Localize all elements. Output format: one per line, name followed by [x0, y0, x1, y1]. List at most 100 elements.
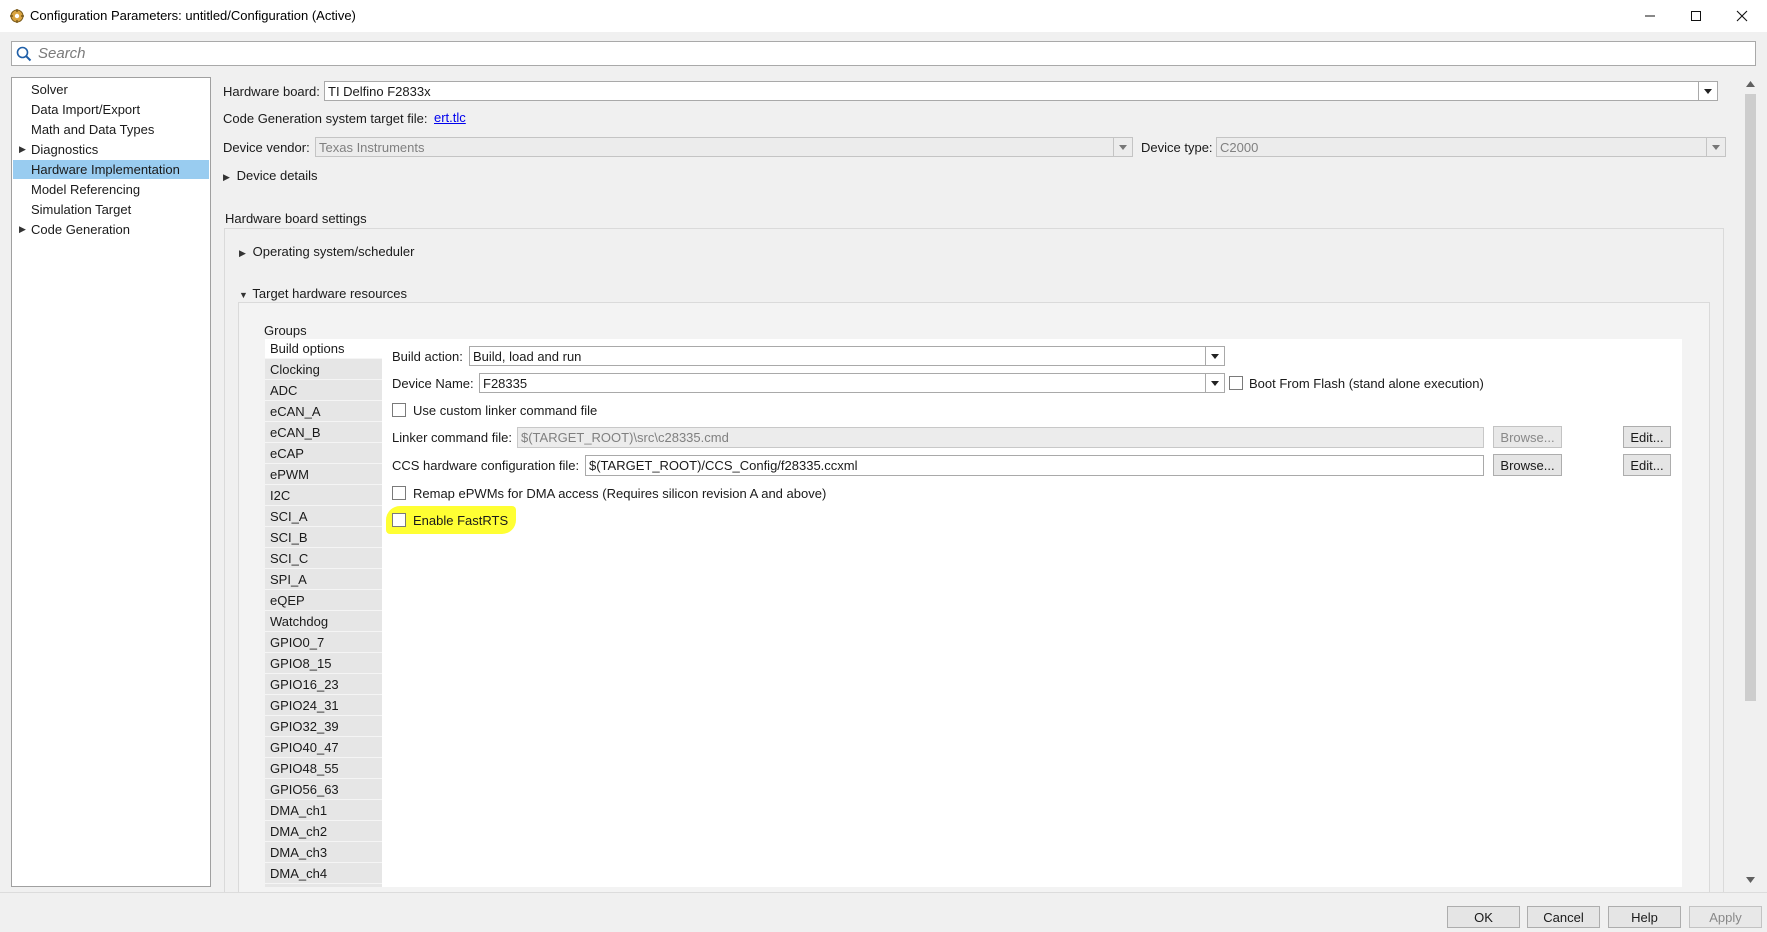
build-action-dropdown[interactable]: Build, load and run — [469, 346, 1225, 366]
linker-file-field[interactable]: $(TARGET_ROOT)\src\c28335.cmd — [517, 427, 1484, 448]
chevron-down-icon[interactable] — [1113, 138, 1132, 156]
help-button[interactable]: Help — [1608, 906, 1681, 928]
tree-item-label: Solver — [31, 82, 68, 97]
close-button[interactable] — [1719, 0, 1765, 32]
group-item-gpio40-47[interactable]: GPIO40_47 — [265, 738, 382, 758]
search-bar[interactable] — [11, 41, 1756, 66]
expand-arrow-icon[interactable]: ▶ — [19, 220, 26, 239]
group-item-sci-b[interactable]: SCI_B — [265, 528, 382, 548]
ccs-config-field[interactable]: $(TARGET_ROOT)/CCS_Config/f28335.ccxml — [585, 455, 1484, 476]
device-name-label: Device Name: — [392, 376, 474, 391]
tree-item-diagnostics[interactable]: ▶ Diagnostics — [13, 140, 209, 159]
tree-item-data-import-export[interactable]: Data Import/Export — [13, 100, 209, 119]
scroll-up-icon[interactable] — [1746, 81, 1755, 87]
scroll-down-icon[interactable] — [1746, 877, 1755, 883]
boot-from-flash-checkbox[interactable] — [1229, 376, 1243, 390]
group-item-i2c[interactable]: I2C — [265, 486, 382, 506]
hardware-board-label: Hardware board: — [223, 84, 320, 99]
group-item-build-options[interactable]: Build options — [265, 339, 382, 359]
group-item-sci-a[interactable]: SCI_A — [265, 507, 382, 527]
group-item-gpio48-55[interactable]: GPIO48_55 — [265, 759, 382, 779]
tree-item-hardware-implementation[interactable]: Hardware Implementation — [13, 160, 209, 179]
group-item-dma-ch3[interactable]: DMA_ch3 — [265, 843, 382, 863]
group-item-ecap[interactable]: eCAP — [265, 444, 382, 464]
search-icon — [16, 46, 32, 62]
target-resources-label: Target hardware resources — [252, 286, 408, 301]
group-item-gpio24-31[interactable]: GPIO24_31 — [265, 696, 382, 716]
group-item-gpio56-63[interactable]: GPIO56_63 — [265, 780, 382, 800]
chevron-down-icon[interactable] — [1698, 82, 1717, 100]
group-item-watchdog[interactable]: Watchdog — [265, 612, 382, 632]
group-item-spi-a[interactable]: SPI_A — [265, 570, 382, 590]
expand-arrow-icon[interactable]: ▶ — [19, 140, 26, 159]
group-item-dma-ch2[interactable]: DMA_ch2 — [265, 822, 382, 842]
apply-button[interactable]: Apply — [1689, 906, 1762, 928]
custom-linker-label: Use custom linker command file — [413, 403, 598, 418]
expand-arrow-icon: ▶ — [239, 248, 246, 258]
search-input[interactable] — [38, 44, 1738, 63]
group-item-gpio8-15[interactable]: GPIO8_15 — [265, 654, 382, 674]
ccs-edit-button[interactable]: Edit... — [1623, 454, 1671, 476]
expand-arrow-icon: ▶ — [223, 172, 230, 182]
group-item-adc[interactable]: ADC — [265, 381, 382, 401]
group-item-ecan-a[interactable]: eCAN_A — [265, 402, 382, 422]
ccs-config-label: CCS hardware configuration file: — [392, 458, 580, 473]
group-item-ecan-b[interactable]: eCAN_B — [265, 423, 382, 443]
scroll-thumb[interactable] — [1745, 94, 1756, 701]
os-scheduler-expander[interactable]: ▶ Operating system/scheduler — [239, 244, 414, 259]
groups-list: Build options Clocking ADC eCAN_A eCAN_B… — [265, 339, 382, 887]
group-item-gpio16-23[interactable]: GPIO16_23 — [265, 675, 382, 695]
cancel-button[interactable]: Cancel — [1527, 906, 1600, 928]
ccs-browse-button[interactable]: Browse... — [1493, 454, 1562, 476]
target-resources-expander[interactable]: ▼ Target hardware resources — [239, 286, 407, 301]
device-vendor-value: Texas Instruments — [319, 140, 425, 155]
app-icon — [10, 9, 24, 23]
tree-item-code-generation[interactable]: ▶ Code Generation — [13, 220, 209, 239]
tree-item-label: Math and Data Types — [31, 122, 155, 137]
remap-epwm-checkbox[interactable] — [392, 486, 406, 500]
minimize-button[interactable] — [1627, 0, 1673, 32]
group-item-epwm[interactable]: ePWM — [265, 465, 382, 485]
category-tree: Solver Data Import/Export Math and Data … — [11, 77, 211, 887]
maximize-button[interactable] — [1673, 0, 1719, 32]
hardware-board-value: TI Delfino F2833x — [328, 84, 431, 99]
custom-linker-checkbox[interactable] — [392, 403, 406, 417]
tree-item-label: Model Referencing — [31, 182, 141, 197]
group-item-gpio32-39[interactable]: GPIO32_39 — [265, 717, 382, 737]
tree-item-math-data-types[interactable]: Math and Data Types — [13, 120, 209, 139]
remap-epwm-label: Remap ePWMs for DMA access (Requires sil… — [413, 486, 827, 501]
tree-item-solver[interactable]: Solver — [13, 80, 209, 99]
tree-item-model-referencing[interactable]: Model Referencing — [13, 180, 209, 199]
chevron-down-icon[interactable] — [1205, 347, 1224, 365]
linker-browse-button[interactable]: Browse... — [1493, 426, 1562, 448]
device-type-value: C2000 — [1220, 140, 1259, 155]
tree-item-simulation-target[interactable]: Simulation Target — [13, 200, 209, 219]
group-item-gpio0-7[interactable]: GPIO0_7 — [265, 633, 382, 653]
device-vendor-dropdown[interactable]: Texas Instruments — [315, 137, 1133, 157]
hardware-board-dropdown[interactable]: TI Delfino F2833x — [324, 81, 1718, 101]
tree-item-label: Diagnostics — [31, 142, 99, 157]
group-item-sci-c[interactable]: SCI_C — [265, 549, 382, 569]
group-item-clocking[interactable]: Clocking — [265, 360, 382, 380]
boot-from-flash-label: Boot From Flash (stand alone execution) — [1249, 376, 1484, 391]
close-icon — [1736, 10, 1748, 22]
codegen-target-link[interactable]: ert.tlc — [434, 110, 466, 125]
group-item-dma-ch1[interactable]: DMA_ch1 — [265, 801, 382, 821]
device-details-expander[interactable]: ▶ Device details — [223, 168, 318, 183]
group-item-eqep[interactable]: eQEP — [265, 591, 382, 611]
group-item-dma-ch4[interactable]: DMA_ch4 — [265, 864, 382, 884]
ok-button[interactable]: OK — [1447, 906, 1520, 928]
enable-fastrts-checkbox[interactable] — [392, 513, 406, 527]
window-title: Configuration Parameters: untitled/Confi… — [30, 8, 356, 23]
device-name-dropdown[interactable]: F28335 — [479, 373, 1225, 393]
title-bar: Configuration Parameters: untitled/Confi… — [0, 0, 1767, 32]
ccs-config-value: $(TARGET_ROOT)/CCS_Config/f28335.ccxml — [589, 458, 858, 473]
build-options-panel — [382, 339, 1682, 887]
chevron-down-icon[interactable] — [1205, 374, 1224, 392]
maximize-icon — [1691, 11, 1701, 21]
tree-item-label: Hardware Implementation — [31, 162, 180, 177]
chevron-down-icon[interactable] — [1706, 138, 1725, 156]
linker-edit-button[interactable]: Edit... — [1623, 426, 1671, 448]
collapse-arrow-icon: ▼ — [239, 290, 248, 300]
device-type-dropdown[interactable]: C2000 — [1216, 137, 1726, 157]
